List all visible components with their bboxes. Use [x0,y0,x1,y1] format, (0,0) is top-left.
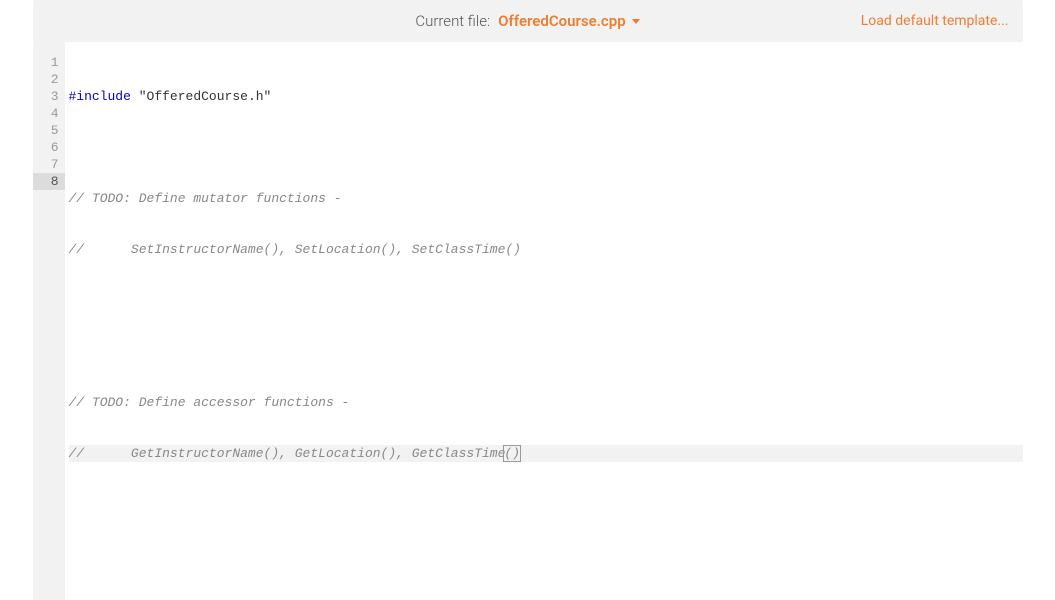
code-line: // TODO: Define mutator functions - [69,190,1023,207]
filename-dropdown[interactable]: OfferedCourse.cpp [498,12,640,30]
code-line [69,343,1023,360]
line-number-current: 8 [33,173,65,190]
line-number: 4 [33,105,59,122]
code-line [69,292,1023,309]
file-header-bar: Current file: OfferedCourse.cpp Load def… [33,0,1023,42]
token-keyword: #include [69,89,131,104]
token-comment: // GetInstructorName(), GetLocation(), G… [69,446,506,461]
code-text-area[interactable]: #include "OfferedCourse.h" // TODO: Defi… [65,42,1023,600]
token-comment: // SetInstructorName(), SetLocation(), S… [69,242,521,257]
filename-text: OfferedCourse.cpp [498,12,626,30]
token-comment: // TODO: Define mutator functions - [69,191,342,206]
code-line: // SetInstructorName(), SetLocation(), S… [69,241,1023,258]
token-comment: // TODO: Define accessor functions - [69,395,350,410]
token-string: "OfferedCourse.h" [131,89,271,104]
chevron-down-icon [632,19,640,24]
line-number-gutter: 1 2 3 4 5 6 7 8 [33,42,65,600]
code-line [69,139,1023,156]
code-line: // TODO: Define accessor functions - [69,394,1023,411]
code-line-current: // GetInstructorName(), GetLocation(), G… [69,445,1023,462]
code-line: #include "OfferedCourse.h" [69,88,1023,105]
cursor-selection: () [503,445,521,462]
code-editor[interactable]: 1 2 3 4 5 6 7 8 #include "OfferedCourse.… [33,42,1023,600]
line-number: 5 [33,122,59,139]
line-number: 1 [33,54,59,71]
line-number: 3 [33,88,59,105]
editor-container: Current file: OfferedCourse.cpp Load def… [33,0,1023,600]
line-number: 7 [33,156,59,173]
line-number: 6 [33,139,59,156]
load-default-template-link[interactable]: Load default template... [861,13,1009,29]
line-number: 2 [33,71,59,88]
current-file-label: Current file: [415,12,490,30]
